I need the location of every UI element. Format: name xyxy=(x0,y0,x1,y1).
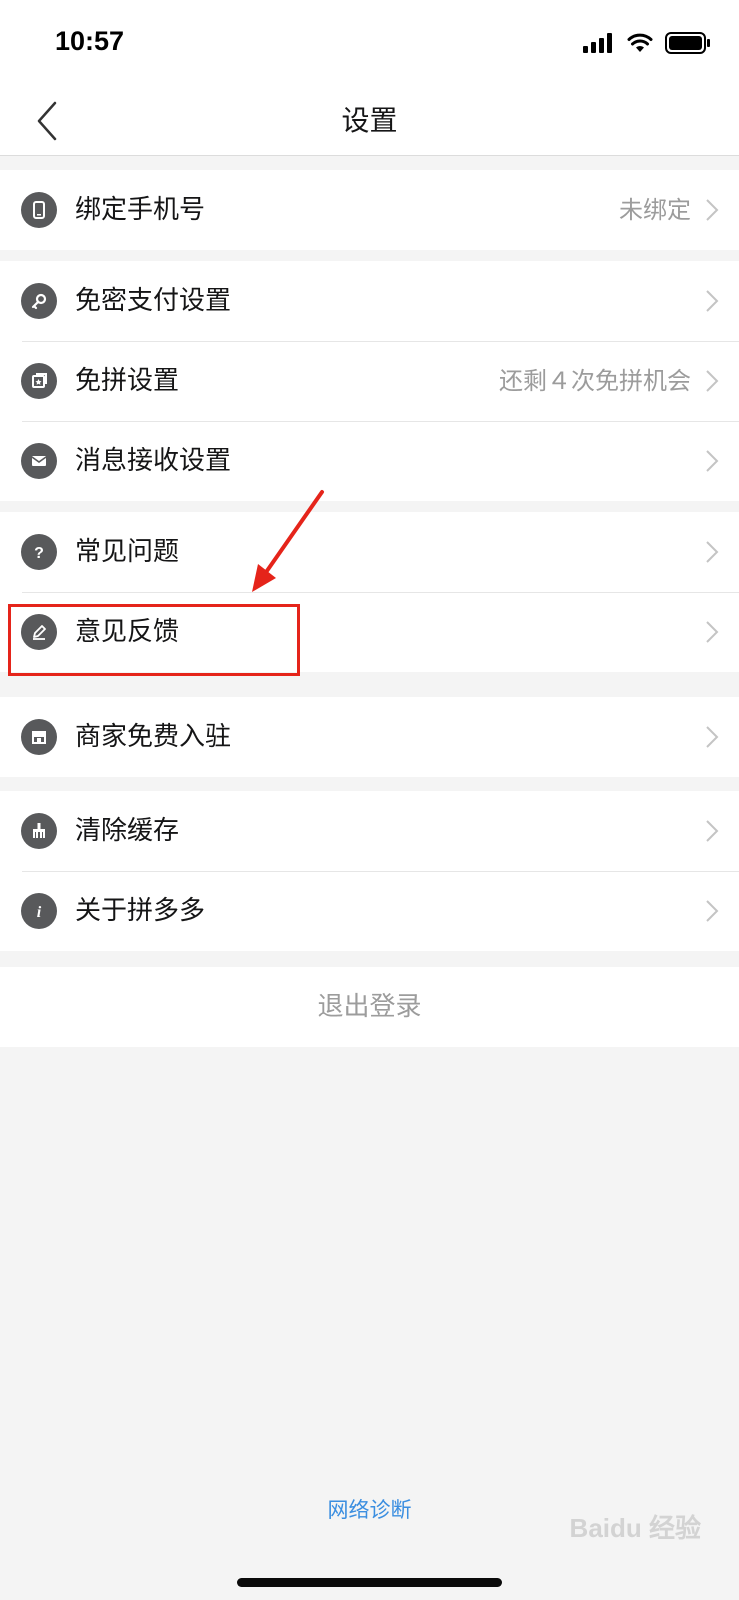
settings-row-merchant-join[interactable]: 商家免费入驻 xyxy=(0,697,739,777)
store-icon xyxy=(21,719,57,755)
broom-icon xyxy=(21,813,57,849)
signal-icon xyxy=(583,33,612,53)
logout-button[interactable]: 退出登录 xyxy=(0,967,739,1047)
settings-row-bind-phone[interactable]: 绑定手机号 未绑定 xyxy=(0,170,739,250)
settings-row-password-free-pay[interactable]: 免密支付设置 xyxy=(0,261,739,341)
row-label: 关于拼多多 xyxy=(75,896,206,926)
home-indicator xyxy=(237,1578,502,1587)
row-value: 未绑定 xyxy=(619,196,691,224)
phone-icon xyxy=(21,192,57,228)
chevron-right-icon xyxy=(706,621,719,643)
settings-row-about[interactable]: i 关于拼多多 xyxy=(0,871,739,951)
key-icon xyxy=(21,283,57,319)
settings-group-account: 绑定手机号 未绑定 xyxy=(0,170,739,250)
page-title: 设置 xyxy=(341,104,398,137)
row-value: 还剩４次免拼机会 xyxy=(499,367,691,395)
row-label: 商家免费入驻 xyxy=(75,722,232,752)
battery-icon xyxy=(665,32,710,54)
row-label: 绑定手机号 xyxy=(75,195,206,225)
svg-text:?: ? xyxy=(34,545,44,562)
svg-text:i: i xyxy=(37,904,42,921)
status-icons xyxy=(583,30,711,56)
chevron-left-icon xyxy=(37,101,57,141)
settings-row-faq[interactable]: ? 常见问题 xyxy=(0,512,739,592)
question-icon: ? xyxy=(21,534,57,570)
chevron-right-icon xyxy=(706,726,719,748)
settings-row-clear-cache[interactable]: 清除缓存 xyxy=(0,791,739,871)
settings-group-payment: 免密支付设置 免拼设置 还剩４次免拼机会 消息接收设置 xyxy=(0,261,739,501)
nav-bar: 设置 xyxy=(0,86,739,156)
info-icon: i xyxy=(21,893,57,929)
chevron-right-icon xyxy=(706,541,719,563)
settings-group-merchant: 商家免费入驻 xyxy=(0,697,739,777)
row-label: 免拼设置 xyxy=(75,366,180,396)
ticket-icon xyxy=(21,363,57,399)
settings-row-free-group[interactable]: 免拼设置 还剩４次免拼机会 xyxy=(0,341,739,421)
watermark-logo: Baidu 经验 xyxy=(569,1513,701,1543)
wifi-icon xyxy=(627,33,653,52)
chevron-right-icon xyxy=(706,820,719,842)
row-label: 免密支付设置 xyxy=(75,286,232,316)
chevron-right-icon xyxy=(706,450,719,472)
chevron-right-icon xyxy=(706,199,719,221)
highlight-box xyxy=(8,604,300,676)
back-button[interactable] xyxy=(22,96,72,146)
chevron-right-icon xyxy=(706,290,719,312)
chevron-right-icon xyxy=(706,900,719,922)
row-label: 常见问题 xyxy=(75,537,180,567)
status-bar: 10:57 xyxy=(0,0,739,86)
row-label: 清除缓存 xyxy=(75,816,180,846)
chevron-right-icon xyxy=(706,370,719,392)
mail-icon xyxy=(21,443,57,479)
settings-group-app: 清除缓存 i 关于拼多多 xyxy=(0,791,739,951)
row-label: 消息接收设置 xyxy=(75,446,232,476)
settings-row-message-receive[interactable]: 消息接收设置 xyxy=(0,421,739,501)
arrow-annotation-icon xyxy=(252,490,324,592)
status-time: 10:57 xyxy=(55,26,125,56)
